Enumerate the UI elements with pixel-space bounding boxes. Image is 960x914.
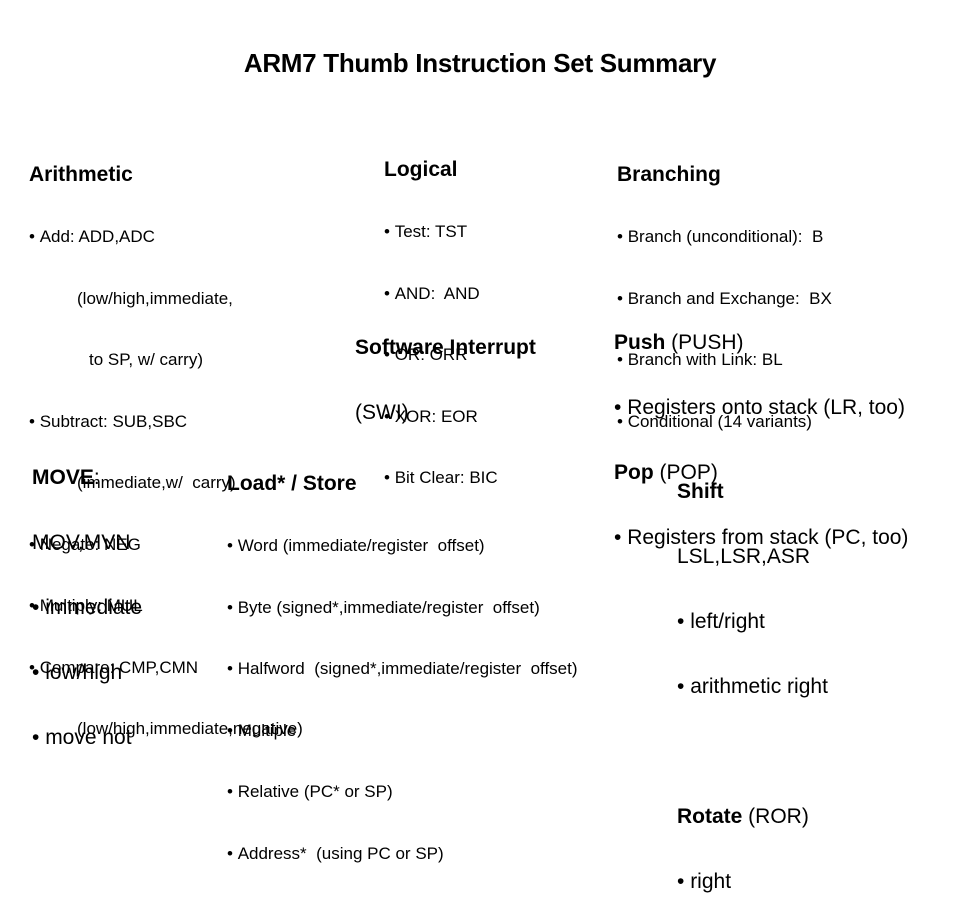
move-heading-line: MOVE: [32, 463, 142, 492]
arithmetic-heading: Arithmetic [29, 163, 133, 186]
arithmetic-line: (low/high,immediate, [77, 288, 233, 308]
slide-title: ARM7 Thumb Instruction Set Summary [243, 48, 717, 78]
push-mnemonic: (PUSH) [665, 331, 744, 354]
rotate-heading-line: Rotate (ROR) [677, 802, 828, 831]
move-colon: : [93, 466, 100, 489]
arithmetic-line: Add: ADD,ADC [29, 224, 303, 250]
push-heading: Push [614, 331, 666, 354]
move-item: move not [32, 723, 142, 752]
rotate-item: right [677, 867, 828, 896]
move-section: MOVE: MOV,MVN immediate low/high move no… [32, 427, 142, 770]
software-interrupt-heading: Software Interrupt [355, 336, 536, 359]
load-store-heading: Load* / Store [227, 472, 357, 495]
branching-item: Branch (unconditional): B [617, 224, 832, 250]
load-store-item: Address* (using PC or SP) [227, 841, 578, 867]
shift-heading: Shift [677, 480, 724, 503]
load-store-item: Word (immediate/register offset) [227, 533, 578, 559]
move-heading: MOVE [32, 466, 94, 489]
load-store-item: Relative (PC* or SP) [227, 779, 578, 805]
rotate-mnemonic: (ROR) [742, 805, 809, 828]
move-item: low/high [32, 658, 142, 687]
move-item: immediate [32, 593, 142, 622]
shift-item: left/right [677, 607, 828, 636]
load-store-section: Load* / Store Word (immediate/register o… [227, 435, 578, 884]
arithmetic-line: to SP, w/ carry) [89, 350, 203, 369]
push-item: Registers onto stack (LR, too) [614, 393, 908, 422]
push-line: Push (PUSH) [614, 328, 908, 357]
load-store-item: Halfword (signed*,immediate/register off… [227, 656, 578, 682]
pop-heading: Pop [614, 461, 654, 484]
branching-heading: Branching [617, 163, 721, 186]
move-mnemonics: MOV,MVN [32, 531, 131, 554]
software-interrupt-mnemonic: (SWI) [355, 401, 409, 424]
software-interrupt-section: Software Interrupt (SWI) [355, 298, 536, 446]
logical-item: Test: TST [384, 219, 498, 245]
load-store-item: Byte (signed*,immediate/register offset) [227, 595, 578, 621]
rotate-heading: Rotate [677, 805, 743, 828]
logical-heading: Logical [384, 158, 458, 181]
load-store-item: Multiple [227, 718, 578, 744]
shift-item: arithmetic right [677, 672, 828, 701]
shift-rotate-section: Shift LSL,LSR,ASR left/right arithmetic … [677, 441, 828, 914]
shift-mnemonics: LSL,LSR,ASR [677, 545, 811, 568]
